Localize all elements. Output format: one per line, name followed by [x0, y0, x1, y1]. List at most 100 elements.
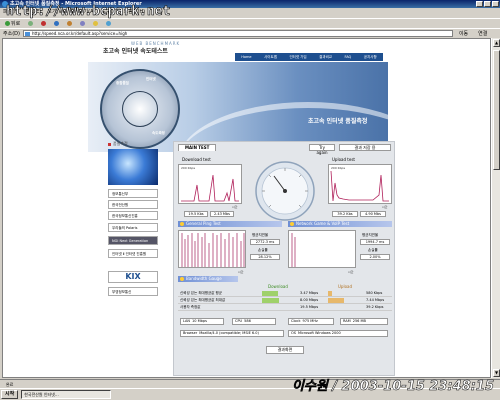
refresh-button[interactable] [52, 20, 61, 27]
ul-value: 580 Kbps [366, 291, 383, 295]
status-text: 완료 [6, 382, 14, 387]
sidebar-link-ngi[interactable]: NGI Next Generation [108, 236, 158, 245]
ul-bar [328, 291, 332, 296]
dl-time-value: 19.5 Kbs [184, 211, 208, 217]
ul-value: 39.2 Kbps [366, 305, 384, 309]
ul-bar [328, 298, 345, 303]
save-result-button[interactable]: 결과 저장 용 [339, 144, 391, 151]
nav-join[interactable]: 인터넷 가입 [289, 55, 306, 60]
try-again-button[interactable]: Try again [309, 144, 335, 155]
back-arrow-icon [5, 20, 10, 26]
forward-arrow-icon [28, 20, 34, 26]
download-test-label: Download test [182, 157, 211, 162]
tab-main-test[interactable]: MAIN TEST [178, 144, 217, 151]
photo-datestamp: 이수원 / 2003-10-15 23:48:15 [291, 379, 495, 395]
legend-upload: Upload [338, 284, 353, 289]
game-graph [288, 230, 356, 268]
ram-field: RAM 256 MB [340, 318, 388, 325]
dl-value: 8.00 Mbps [300, 298, 319, 302]
os-value: Microsoft Windows 2000 [297, 331, 341, 335]
banner-title: 초고속 인터넷 품질측정 [308, 118, 368, 125]
cpu-field: CPU 586 [232, 318, 276, 325]
search-button[interactable] [78, 20, 87, 27]
media-button[interactable] [104, 20, 113, 27]
row-label: 신뢰성 있는 최대평균값 최대값 [180, 298, 226, 302]
ping-graph-svg [181, 233, 245, 267]
favorites-button[interactable] [91, 20, 100, 27]
upload-graph: 200 Kbps [328, 164, 392, 204]
game-avg-value: 1994.7 ms [360, 239, 390, 245]
ul-time-value: 39.2 Kbs [332, 211, 358, 217]
legend-download: Download [268, 284, 288, 289]
search-icon [80, 20, 86, 26]
speed-dial-logo: 종합품질 인터넷 속도측정 [100, 69, 180, 149]
clock-field: Clock 975 MHz [288, 318, 334, 325]
start-button[interactable]: 시작 [1, 390, 19, 399]
watermark-url: http://www.bcpark.net [6, 4, 171, 20]
nav-faq[interactable]: FAQ [345, 55, 352, 59]
close-button[interactable] [492, 1, 499, 7]
ping-test-header: General Ping Test [178, 221, 282, 227]
table-row: 신뢰성 있는 최대평균값 평균 3.47 Mbps 580 Kbps [178, 290, 392, 297]
sidebar-link-polaris[interactable]: 우리들의 Polaris [108, 223, 158, 232]
scroll-thumb[interactable] [493, 50, 500, 170]
address-label: 주소(D) [3, 30, 20, 37]
site-logo[interactable]: WEB BENCHMARK 초고속 인터넷 속도테스트 [91, 39, 231, 57]
download-graph: 200 Kbps [178, 164, 242, 204]
ram-value: 256 MB [352, 319, 366, 323]
sidebar-link-mic[interactable]: 정보통신부 [108, 189, 158, 198]
media-icon [106, 20, 112, 26]
scroll-down-button[interactable]: ▼ [493, 369, 500, 377]
table-row: 신뢰성 있는 최대평균값 최대값 8.00 Mbps 7.44 Mbps [178, 297, 392, 304]
maximize-button[interactable] [484, 1, 491, 7]
download-graph-svg [181, 174, 239, 202]
sidebar-link-last[interactable]: 부영정보통신 [108, 287, 158, 296]
dl-time-axis-label: 시간 [232, 205, 238, 209]
dial-label-2: 인터넷 [146, 77, 156, 81]
go-button[interactable]: 이동 [456, 30, 471, 37]
sidebar-title: 품질측정 [108, 141, 128, 147]
nav-sitemap[interactable]: 사이트맵 [264, 55, 277, 60]
game-loss-value: 2.00% [360, 254, 390, 260]
home-button[interactable] [65, 20, 74, 27]
minimize-button[interactable] [476, 1, 483, 7]
sidebar-link-internet2[interactable]: 인터넷 Ⅱ 인터넷 진흥원 [108, 249, 158, 258]
row-label: 신뢰성 있는 최대평균값 평균 [180, 291, 222, 295]
address-input[interactable]: http://speed.nca.or.kr/default.asp?servi… [22, 29, 453, 37]
stop-icon [41, 20, 47, 26]
cpu-label: CPU [235, 319, 243, 323]
star-icon [93, 20, 99, 26]
vertical-scrollbar[interactable]: ▲ ▼ [491, 38, 500, 378]
ping-loss-label: 손실률 [258, 248, 268, 252]
back-button[interactable]: 뒤로 [3, 20, 22, 27]
links-button[interactable]: 연결 [478, 30, 487, 37]
nav-home[interactable]: Home [241, 55, 251, 59]
dial-center [122, 91, 158, 127]
upload-graph-svg [330, 170, 389, 202]
nav-compare[interactable]: 결과비교 [319, 55, 332, 60]
ping-time-axis-label: 시간 [238, 270, 244, 274]
dial-label-1: 종합품질 [116, 81, 129, 85]
brand-title: 초고속 인터넷 속도테스트 [103, 48, 168, 55]
home-icon [67, 20, 73, 26]
scroll-up-button[interactable]: ▲ [493, 39, 500, 47]
cpu-value: 586 [244, 319, 251, 323]
sidebar-ngi-label: NGI Next Generation [112, 239, 149, 243]
dl-bar [262, 291, 279, 296]
sidebar-link-kipa[interactable]: 한국정보통신진흥 [108, 211, 158, 220]
dl-value: 3.47 Mbps [300, 291, 319, 295]
sidebar-link-kix[interactable]: KIX [108, 271, 158, 283]
table-row: 사용자 측정값 19.5 Mbps 39.2 Kbps [178, 304, 392, 311]
taskbar-ie-window[interactable]: 한국전산원 인터넷... [21, 390, 112, 399]
result-button[interactable]: 결과화면 [266, 346, 304, 354]
forward-button[interactable] [26, 20, 35, 27]
top-nav: Home 사이트맵 인터넷 가입 결과비교 FAQ 공지사항 [235, 53, 383, 61]
stop-button[interactable] [39, 20, 48, 27]
sidebar-link-nca[interactable]: 한국전산원 [108, 200, 158, 209]
ram-label: RAM [343, 319, 351, 323]
window-controls [476, 1, 499, 7]
dl-speed-value: 2.43 Mbs [210, 211, 234, 217]
speed-gauge [255, 161, 315, 221]
nav-notice[interactable]: 공지사항 [364, 55, 377, 60]
bandwidth-header: Bandwidth Gauge [178, 276, 238, 282]
